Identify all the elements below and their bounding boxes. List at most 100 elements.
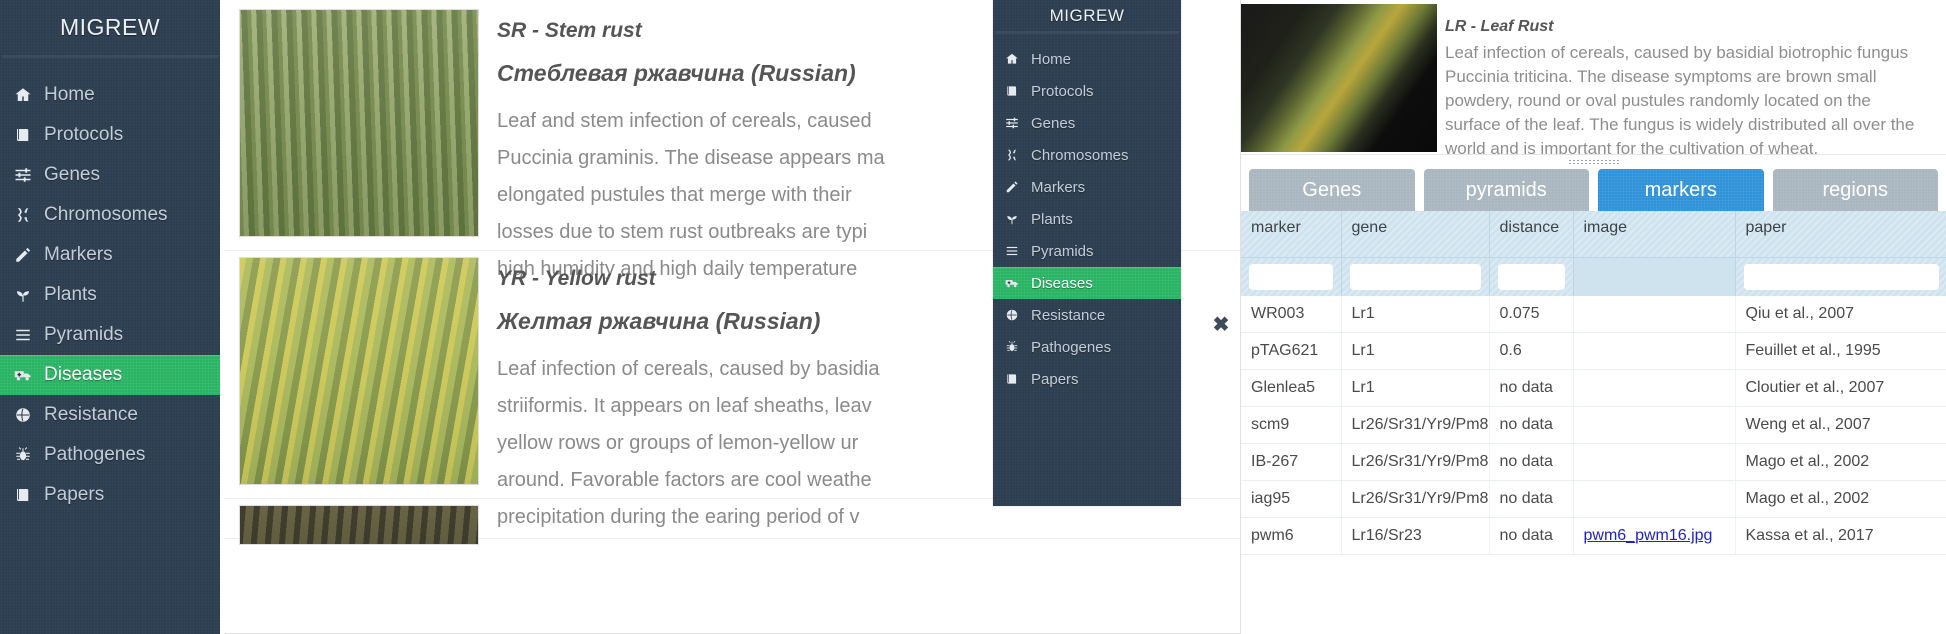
col-header-gene[interactable]: gene: [1341, 211, 1490, 258]
pencil-icon: [14, 246, 44, 264]
sidebar-item-plants[interactable]: Plants: [0, 275, 220, 315]
cell-image: [1573, 443, 1736, 481]
sidebar-item-label: Resistance: [44, 404, 138, 425]
cell-image: [1573, 332, 1736, 370]
cell-paper: Mago et al., 2002: [1735, 443, 1946, 481]
overlay-sidebar-item-chromosomes[interactable]: Chromosomes: [993, 139, 1181, 171]
overlay-sidebar-item-resistance[interactable]: Resistance: [993, 299, 1181, 331]
book-icon: [14, 126, 44, 144]
table-row[interactable]: WR003 Lr1 0.075 Qiu et al., 2007: [1241, 296, 1946, 333]
overlay-sidebar-item-pathogenes[interactable]: Pathogenes: [993, 331, 1181, 363]
cell-gene: Lr1: [1341, 332, 1490, 370]
overlay-app-brand: MIGREW: [1049, 5, 1125, 25]
table-row[interactable]: iag95 Lr26/Sr31/Yr9/Pm8 no data Mago et al.…: [1241, 480, 1946, 518]
overlay-sidebar-item-label: Resistance: [1031, 306, 1106, 324]
overlay-sidebar-item-label: Home: [1031, 50, 1072, 68]
overlay-sidebar-item-plants[interactable]: Plants: [993, 203, 1181, 235]
markers-table-header-row: marker gene distance image paper: [1241, 211, 1946, 258]
tab-regions[interactable]: regions: [1772, 169, 1938, 211]
sidebar-item-label: Home: [44, 84, 95, 105]
sidebar-item-diseases[interactable]: Diseases: [0, 355, 220, 395]
cell-paper: Cloutier et al., 2007: [1735, 369, 1946, 407]
overlay-sidebar-item-papers[interactable]: Papers: [993, 363, 1181, 395]
cell-marker: pTAG621: [1241, 332, 1342, 370]
table-row[interactable]: Glenlea5 Lr1 no data Cloutier et al., 2007: [1241, 369, 1946, 407]
sidebar-nav: Home Protocols Genes Chromosomes Markers Plan…: [0, 57, 220, 515]
filter-input-gene[interactable]: [1349, 264, 1481, 290]
overlay-sidebar-item-genes[interactable]: Genes: [993, 107, 1181, 139]
tab-pyramids[interactable]: pyramids: [1423, 169, 1589, 211]
markers-filter-row: [1241, 257, 1946, 296]
leaf-rust-description: Leaf infection of cereals, caused by bas…: [1445, 43, 1915, 155]
overlay-sidebar-item-label: Chromosomes: [1031, 146, 1129, 164]
overlay-sidebar-item-pyramids[interactable]: Pyramids: [993, 235, 1181, 267]
markers-table: marker gene distance image paper WR003 L…: [1241, 211, 1946, 555]
tab-markers[interactable]: markers: [1598, 169, 1764, 211]
chromosome-icon: [1005, 148, 1031, 162]
sidebar-item-pathogenes[interactable]: Pathogenes: [0, 435, 220, 475]
cell-paper: Mago et al., 2002: [1735, 480, 1946, 518]
sidebar-item-chromosomes[interactable]: Chromosomes: [0, 195, 220, 235]
cell-paper: Feuillet et al., 1995: [1735, 332, 1946, 370]
sidebar-item-label: Pathogenes: [44, 444, 146, 465]
overlay-sidebar-item-label: Papers: [1031, 370, 1079, 388]
filter-input-paper[interactable]: [1743, 264, 1939, 290]
table-row[interactable]: IB-267 Lr26/Sr31/Yr9/Pm8 no data Mago et al…: [1241, 443, 1946, 481]
bars-icon: [14, 326, 44, 344]
markers-table-head: marker gene distance image paper: [1241, 211, 1946, 296]
filter-input-distance[interactable]: [1497, 264, 1565, 290]
filter-input-marker[interactable]: [1249, 264, 1333, 290]
sidebar-item-resistance[interactable]: Resistance: [0, 395, 220, 435]
leaf-rust-card: LR - Leaf Rust Leaf infection of cereals…: [1241, 0, 1946, 155]
cell-marker: scm9: [1241, 406, 1342, 444]
book-icon: [14, 486, 44, 504]
cell-image: [1573, 296, 1736, 333]
overlay-sidebar-item-label: Pathogenes: [1031, 338, 1112, 356]
cell-paper: Qiu et al., 2007: [1735, 296, 1946, 333]
overlay-sidebar-item-markers[interactable]: Markers: [993, 171, 1181, 203]
col-header-paper[interactable]: paper: [1735, 211, 1946, 258]
cell-gene: Lr26/Sr31/Yr9/Pm8: [1341, 443, 1490, 481]
overlay-sidebar-item-label: Diseases: [1031, 274, 1093, 292]
tab-bar: Genes pyramids markers regions: [1241, 169, 1946, 211]
primary-sidebar: MIGREW Home Protocols Genes Chromosomes Mark…: [0, 0, 220, 634]
sliders-icon: [14, 166, 44, 184]
leaf-rust-photo: [1241, 4, 1437, 152]
home-icon: [14, 86, 44, 104]
col-header-distance[interactable]: distance: [1489, 211, 1574, 258]
sidebar-item-markers[interactable]: Markers: [0, 235, 220, 275]
col-header-marker[interactable]: marker: [1241, 211, 1342, 258]
panel-resize-gutter[interactable]: [1241, 155, 1946, 169]
sliders-icon: [1005, 116, 1031, 130]
image-link[interactable]: pwm6_pwm16.jpg: [1584, 527, 1713, 544]
overlay-sidebar-item-protocols[interactable]: Protocols: [993, 75, 1181, 107]
tab-genes[interactable]: Genes: [1249, 169, 1415, 211]
sidebar-item-label: Papers: [44, 484, 105, 505]
sidebar-item-papers[interactable]: Papers: [0, 475, 220, 515]
markers-table-body: WR003 Lr1 0.075 Qiu et al., 2007 pTAG621 Lr1 0…: [1241, 296, 1946, 555]
app-root: MIGREW Home Protocols Genes Chromosomes Mark…: [0, 0, 1946, 634]
filter-cell-image: [1573, 257, 1736, 296]
seedling-icon: [1005, 212, 1031, 226]
app-brand: MIGREW: [59, 14, 161, 40]
bars-icon: [1005, 244, 1031, 258]
overlay-sidebar-item-home[interactable]: Home: [993, 43, 1181, 75]
col-header-image[interactable]: image: [1573, 211, 1736, 258]
sidebar-item-home[interactable]: Home: [0, 75, 220, 115]
overlay-sidebar-item-label: Protocols: [1031, 82, 1094, 100]
shield-globe-icon: [1005, 308, 1031, 322]
overlay-sidebar-item-diseases[interactable]: Diseases: [993, 267, 1181, 299]
overlay-sidebar: MIGREW Home Protocols Genes Chromosomes Mark…: [993, 0, 1181, 506]
cell-gene: Lr26/Sr31/Yr9/Pm8: [1341, 480, 1490, 518]
seedling-icon: [14, 286, 44, 304]
right-detail-panel: LR - Leaf Rust Leaf infection of cereals…: [1240, 0, 1946, 634]
table-row[interactable]: pTAG621 Lr1 0.6 Feuillet et al., 1995: [1241, 332, 1946, 370]
close-icon[interactable]: ✖: [1210, 314, 1232, 336]
sidebar-item-pyramids[interactable]: Pyramids: [0, 315, 220, 355]
cell-image: pwm6_pwm16.jpg: [1573, 517, 1736, 555]
resize-grip-icon: [1567, 159, 1620, 165]
sidebar-item-protocols[interactable]: Protocols: [0, 115, 220, 155]
table-row[interactable]: pwm6 Lr16/Sr23 no data pwm6_pwm16.jpg Kassa …: [1241, 517, 1946, 555]
table-row[interactable]: scm9 Lr26/Sr31/Yr9/Pm8 no data Weng et al.,…: [1241, 406, 1946, 444]
sidebar-item-genes[interactable]: Genes: [0, 155, 220, 195]
